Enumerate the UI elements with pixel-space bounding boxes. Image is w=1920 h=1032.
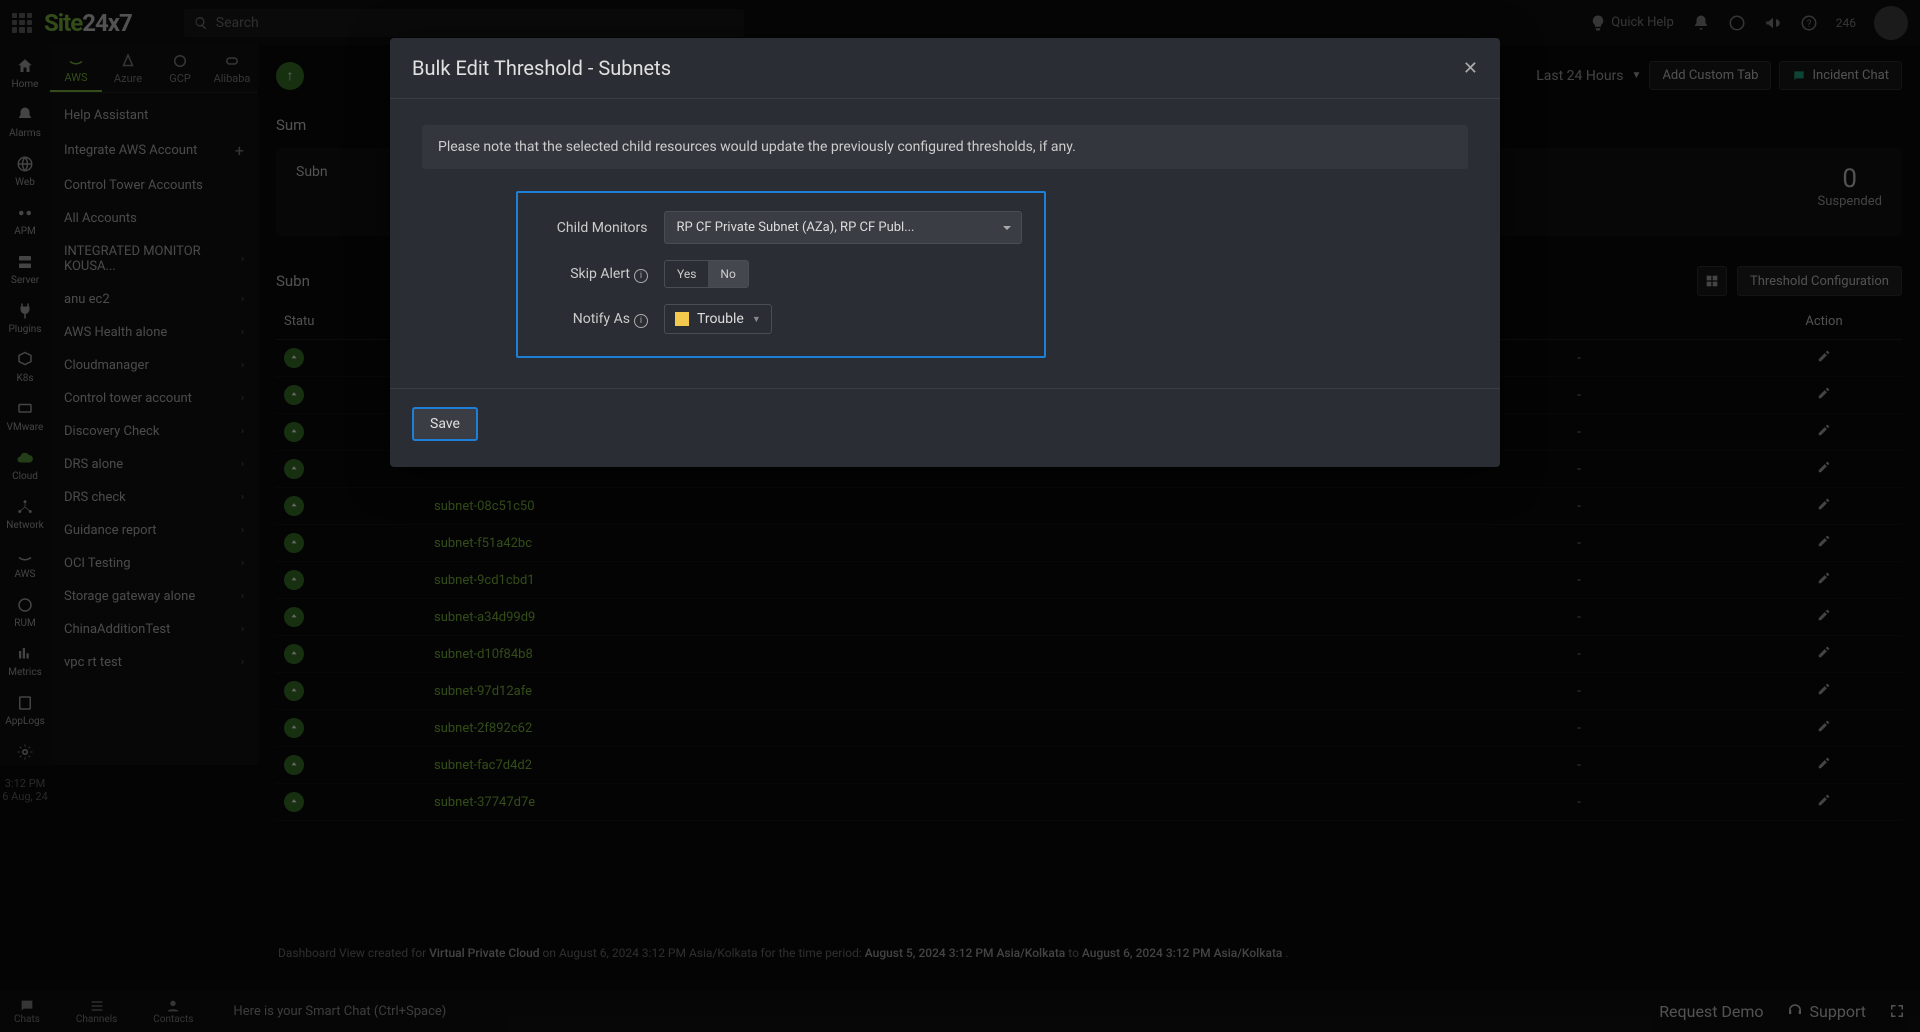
child-monitors-label: Child Monitors [540,220,664,236]
toggle-yes[interactable]: Yes [665,261,708,287]
modal-title: Bulk Edit Threshold - Subnets [412,56,671,80]
form-highlight-box: Child Monitors RP CF Private Subnet (AZa… [516,191,1046,358]
child-monitors-select[interactable]: RP CF Private Subnet (AZa), RP CF Publ..… [664,211,1023,244]
row-skip-alert: Skip Alert i Yes No [540,260,1022,288]
save-button[interactable]: Save [412,407,478,441]
close-icon[interactable]: ✕ [1463,58,1478,79]
row-notify-as: Notify As i Trouble ▼ [540,304,1022,334]
row-child-monitors: Child Monitors RP CF Private Subnet (AZa… [540,211,1022,244]
skip-alert-toggle: Yes No [664,260,749,288]
notify-as-label: Notify As i [540,311,664,328]
info-icon[interactable]: i [634,269,648,283]
modal-footer: Save [390,388,1500,467]
toggle-no[interactable]: No [708,261,747,287]
chevron-down-icon: ▼ [752,314,761,325]
modal-body: Please note that the selected child reso… [390,99,1500,388]
notify-value: Trouble [697,311,744,327]
modal-header: Bulk Edit Threshold - Subnets ✕ [390,38,1500,99]
notify-as-select[interactable]: Trouble ▼ [664,304,772,334]
skip-alert-label: Skip Alert i [540,266,664,283]
info-note: Please note that the selected child reso… [422,125,1468,169]
trouble-color-swatch [675,312,689,326]
info-icon[interactable]: i [634,314,648,328]
bulk-edit-modal: Bulk Edit Threshold - Subnets ✕ Please n… [390,38,1500,467]
skip-alert-text: Skip Alert [570,266,630,282]
notify-as-text: Notify As [573,311,630,327]
